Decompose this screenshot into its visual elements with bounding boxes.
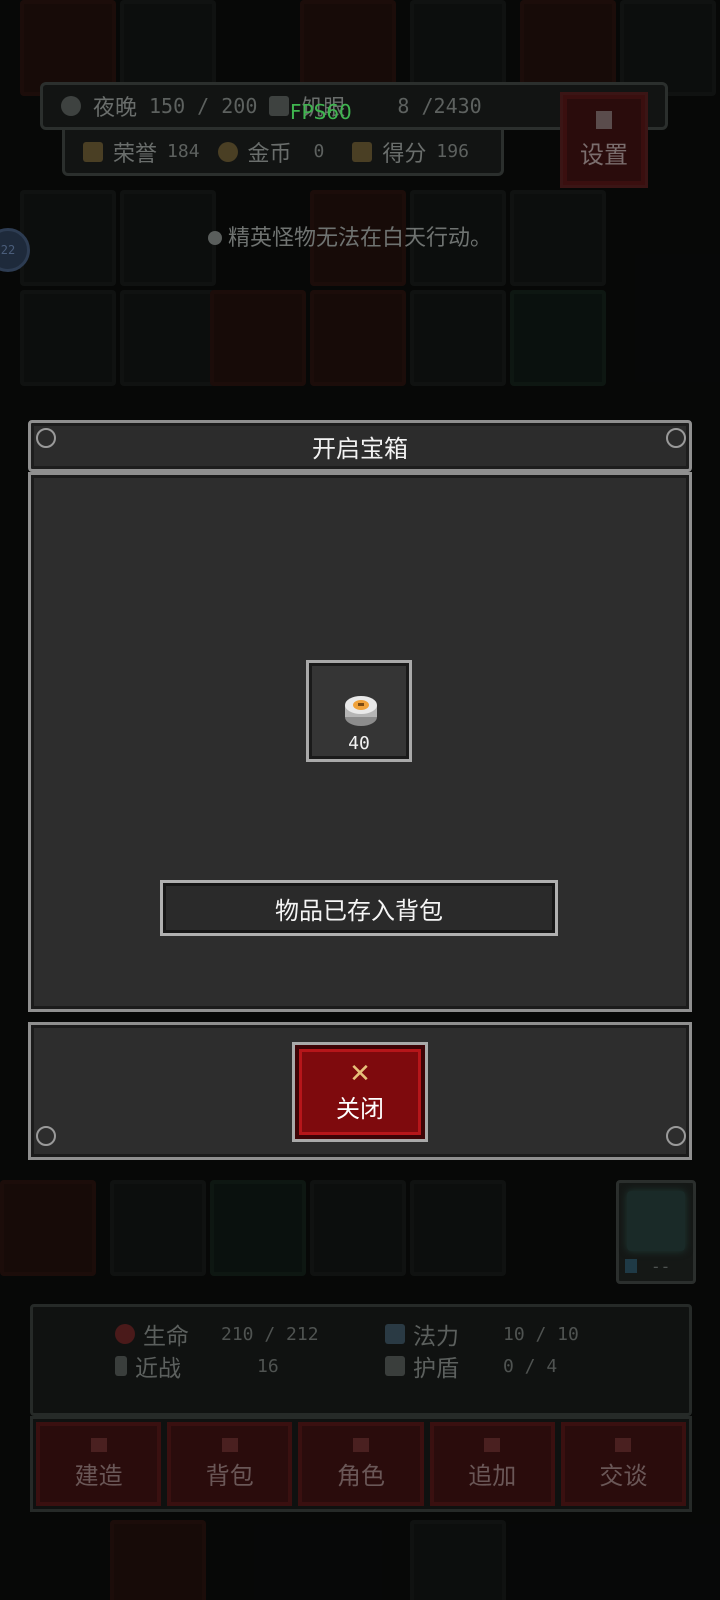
bag-icon xyxy=(221,1437,238,1452)
corner-ornament xyxy=(36,1126,56,1146)
honor-value: 184 xyxy=(167,141,200,162)
nav-label: 建造 xyxy=(74,1461,123,1490)
coin-icon xyxy=(217,141,238,162)
mp-value: 10 / 10 xyxy=(503,1323,579,1345)
stored-message: 物品已存入背包 xyxy=(160,880,558,936)
potion-icon xyxy=(625,1259,637,1273)
bottom-nav: 建造 背包 角色 追加 交谈 xyxy=(30,1416,692,1512)
stored-message-text: 物品已存入背包 xyxy=(275,896,443,925)
lightning-icon xyxy=(269,96,290,116)
settings-button[interactable]: 设置 xyxy=(560,92,648,188)
wrench-icon xyxy=(596,110,612,129)
corner-ornament xyxy=(36,428,56,448)
shield-icon xyxy=(385,1356,405,1376)
melee-label: 近战 xyxy=(135,1356,181,1382)
melee-value: 16 xyxy=(257,1355,279,1377)
crossed-swords-icon: ✕ xyxy=(349,1058,371,1089)
moon-icon xyxy=(61,96,81,116)
phase-value: 150 / 200 xyxy=(149,94,258,118)
close-label: 关闭 xyxy=(336,1094,384,1123)
fps-counter: FPS60 xyxy=(290,100,352,124)
dialog-title: 开启宝箱 xyxy=(28,420,692,472)
score-value: 196 xyxy=(436,141,469,162)
potion-icon xyxy=(385,1324,405,1344)
shield-value: 0 / 4 xyxy=(503,1355,558,1377)
score-label: 得分 xyxy=(382,141,427,167)
character-icon xyxy=(353,1437,369,1452)
nav-label: 背包 xyxy=(205,1461,254,1490)
chat-icon xyxy=(615,1437,632,1452)
nav-label: 追加 xyxy=(468,1461,517,1490)
gold-label: 金币 xyxy=(247,141,292,167)
trophy-icon xyxy=(352,141,373,162)
nav-talk-button[interactable]: 交谈 xyxy=(560,1422,687,1506)
nav-bag-button[interactable]: 背包 xyxy=(167,1422,293,1506)
gold-value: 0 xyxy=(313,141,325,162)
nav-label: 交谈 xyxy=(599,1461,648,1490)
hp-label: 生命 xyxy=(143,1324,189,1350)
resource-bar: 荣誉 184 金币 0 得分 196 xyxy=(62,130,504,176)
notice-text: 精英怪物无法在白天行动。 xyxy=(208,220,492,252)
stats-panel: 生命 210 / 212 法力 10 / 10 近战 16 护盾 0 / 4 xyxy=(30,1304,692,1416)
item-slot[interactable]: 40 xyxy=(306,660,412,762)
corner-ornament xyxy=(666,428,686,448)
hammer-icon xyxy=(90,1437,107,1452)
settings-label: 设置 xyxy=(580,140,628,169)
corner-ornament xyxy=(666,1126,686,1146)
hp-value: 210 / 212 xyxy=(221,1323,319,1345)
close-button[interactable]: ✕ 关闭 xyxy=(292,1042,428,1142)
item-quantity: 40 xyxy=(348,733,370,754)
dialog-title-text: 开启宝箱 xyxy=(312,434,408,463)
phase-label: 夜晚 xyxy=(93,96,138,121)
slot-value: -- xyxy=(651,1257,671,1276)
mp-label: 法力 xyxy=(413,1324,459,1350)
honor-label: 荣誉 xyxy=(113,141,158,167)
nav-character-button[interactable]: 角色 xyxy=(298,1422,424,1506)
shield-label: 护盾 xyxy=(413,1356,459,1382)
equipment-slot[interactable]: -- xyxy=(616,1180,696,1284)
shield-icon xyxy=(627,1191,685,1251)
skull-icon xyxy=(208,231,222,245)
heart-icon xyxy=(115,1324,135,1344)
sword-icon xyxy=(115,1356,127,1376)
nav-add-button[interactable]: 追加 xyxy=(429,1422,555,1506)
nav-build-button[interactable]: 建造 xyxy=(36,1422,162,1506)
crown-icon xyxy=(83,141,103,162)
plus-icon xyxy=(484,1437,501,1452)
nav-label: 角色 xyxy=(337,1461,385,1490)
silver-coin-icon xyxy=(345,696,377,726)
hunger-value: 8 /2430 xyxy=(397,94,482,118)
